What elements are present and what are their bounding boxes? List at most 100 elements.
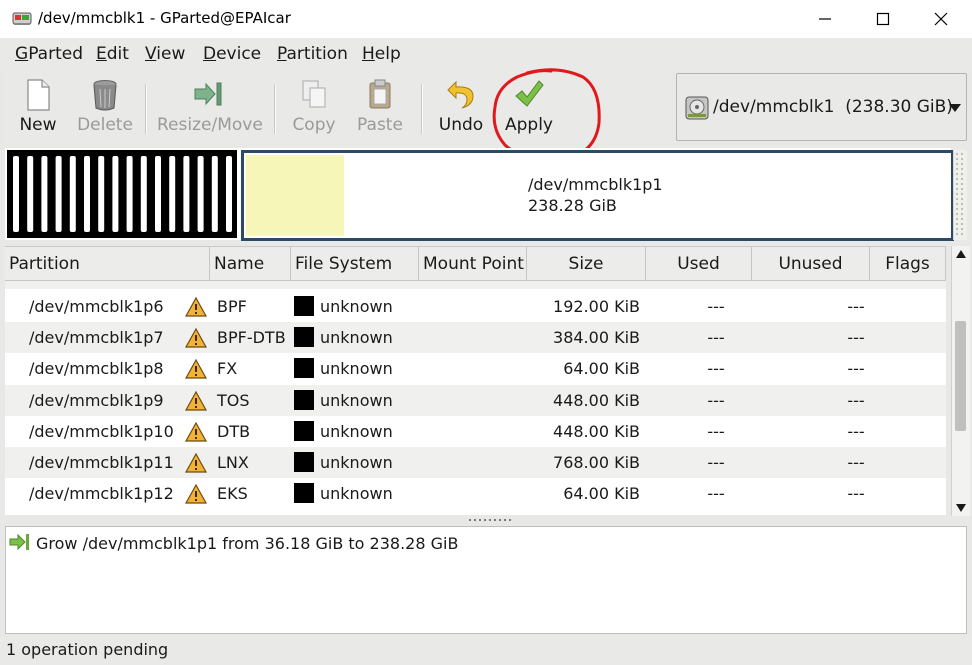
trash-icon (93, 80, 117, 111)
operation-item-text[interactable]: Grow /dev/mmcblk1p1 from 36.18 GiB to 23… (36, 534, 458, 553)
resize-move-icon (194, 82, 222, 106)
menu-partition[interactable]: Partition (277, 44, 348, 64)
new-button[interactable]: New (12, 72, 64, 144)
scroll-down-icon[interactable] (956, 504, 966, 512)
cell-used: --- (707, 328, 725, 348)
table-row[interactable]: /dev/mmcblk1p11 LNX unknown 768.00 KiB --- --… (5, 447, 946, 478)
warning-icon (185, 452, 207, 473)
menu-device-mnemonic: D (203, 44, 217, 64)
table-row[interactable]: /dev/mmcblk1p8 FX unknown 64.00 KiB --- --- (5, 353, 946, 384)
cell-partition: /dev/mmcblk1p7 (29, 328, 164, 348)
menu-gparted[interactable]: GParted (15, 44, 83, 64)
menu-help-mnemonic: H (362, 44, 375, 64)
cell-size: 64.00 KiB (563, 484, 640, 504)
cell-size: 448.00 KiB (553, 390, 640, 410)
menu-view-label: iew (156, 44, 186, 64)
partition-table: Partition Name File System Mount Point S… (5, 246, 946, 515)
cell-unused: --- (847, 390, 865, 410)
cell-size: 448.00 KiB (553, 421, 640, 441)
title-bar: /dev/mmcblk1 - GParted@EPAIcar (0, 0, 972, 38)
col-used[interactable]: Used (646, 247, 752, 280)
col-flags[interactable]: Flags (870, 247, 946, 280)
table-row[interactable]: /dev/mmcblk1p6 BPF unknown 192.00 KiB --- --- (5, 291, 946, 322)
cell-name: BPF-DTB (217, 328, 286, 348)
menu-view[interactable]: View (145, 44, 185, 64)
cell-filesystem: unknown (320, 328, 393, 348)
paste-label: Paste (357, 115, 403, 135)
menu-device[interactable]: Device (203, 44, 261, 64)
disk-drive-icon (685, 96, 709, 120)
close-button[interactable] (912, 0, 970, 38)
table-header: Partition Name File System Mount Point S… (5, 247, 946, 281)
table-row[interactable]: /dev/mmcblk1p12 EKS unknown 64.00 KiB --- --- (5, 478, 946, 509)
col-size[interactable]: Size (527, 247, 646, 280)
delete-button[interactable]: Delete (74, 72, 136, 144)
maximize-button[interactable] (854, 0, 912, 38)
table-scroll-thumb[interactable] (955, 321, 966, 431)
copy-button[interactable]: Copy (288, 72, 340, 144)
cell-name: FX (217, 359, 238, 379)
table-row[interactable]: /dev/mmcblk1p7 BPF-DTB unknown 384.00 KiB --… (5, 322, 946, 354)
copy-label: Copy (292, 115, 336, 135)
table-row-partial (5, 281, 946, 289)
new-label: New (19, 115, 57, 135)
table-row[interactable]: /dev/mmcblk1p10 DTB unknown 448.00 KiB --- --… (5, 416, 946, 447)
pane-splitter-grip[interactable] (468, 517, 512, 523)
cell-used: --- (707, 390, 725, 410)
device-selector[interactable]: /dev/mmcblk1 (238.30 GiB) (676, 73, 967, 141)
cell-unused: --- (847, 421, 865, 441)
scroll-up-icon[interactable] (956, 250, 966, 258)
warning-icon (185, 390, 207, 411)
resize-move-button[interactable]: Resize/Move (157, 72, 263, 144)
cell-filesystem: unknown (320, 484, 393, 504)
cell-unused: --- (847, 328, 865, 348)
col-filesystem[interactable]: File System (291, 247, 419, 280)
resize-move-label: Resize/Move (157, 115, 263, 135)
col-unused[interactable]: Unused (752, 247, 870, 280)
table-row[interactable]: /dev/mmcblk1p9 TOS unknown 448.00 KiB --- --- (5, 384, 946, 416)
paste-button[interactable]: Paste (353, 72, 407, 144)
col-name[interactable]: Name (210, 247, 291, 280)
cell-unused: --- (847, 484, 865, 504)
cell-used: --- (707, 359, 725, 379)
scroll-grip-dots (956, 153, 963, 235)
cell-size: 64.00 KiB (563, 359, 640, 379)
disk-graphic[interactable]: /dev/mmcblk1p1 238.28 GiB (5, 148, 954, 241)
filesystem-color-swatch (294, 483, 314, 504)
gparted-app-icon (12, 12, 32, 25)
menu-bar: GParted Edit View Device Partition Help (0, 38, 972, 70)
partition-block[interactable]: /dev/mmcblk1p1 238.28 GiB (241, 150, 954, 241)
minimize-button[interactable] (796, 0, 854, 38)
col-partition[interactable]: Partition (5, 247, 210, 280)
filesystem-color-swatch (294, 327, 314, 348)
minimize-icon (819, 18, 831, 20)
partition-used-space (246, 155, 344, 236)
dropdown-arrow-icon (949, 104, 961, 112)
cell-filesystem: unknown (320, 359, 393, 379)
maximize-icon (876, 12, 890, 26)
copy-icon (302, 80, 326, 108)
cell-filesystem: unknown (320, 421, 393, 441)
table-scrollbar[interactable] (951, 246, 970, 516)
cell-unused: --- (847, 359, 865, 379)
cell-partition: /dev/mmcblk1p9 (29, 390, 164, 410)
cell-partition: /dev/mmcblk1p6 (29, 297, 164, 316)
col-mountpoint[interactable]: Mount Point (419, 247, 527, 280)
toolbar-separator (421, 84, 423, 134)
new-document-icon (27, 79, 50, 111)
cell-used: --- (707, 453, 725, 472)
cell-used: --- (707, 297, 725, 316)
menu-edit[interactable]: Edit (96, 44, 129, 64)
cell-used: --- (707, 421, 725, 441)
pending-operations-list: Grow /dev/mmcblk1p1 from 36.18 GiB to 23… (5, 526, 967, 634)
menu-edit-label: dit (106, 44, 129, 64)
delete-label: Delete (77, 115, 133, 135)
disk-graphic-scrollbar[interactable] (953, 150, 967, 240)
undo-label: Undo (438, 115, 484, 135)
cell-partition: /dev/mmcblk1p8 (29, 359, 164, 379)
menu-gparted-mnemonic: G (15, 44, 29, 64)
menu-help[interactable]: Help (362, 44, 401, 64)
undo-button[interactable]: Undo (434, 72, 488, 144)
menu-device-label: evice (216, 44, 262, 64)
cell-partition: /dev/mmcblk1p10 (29, 421, 174, 441)
